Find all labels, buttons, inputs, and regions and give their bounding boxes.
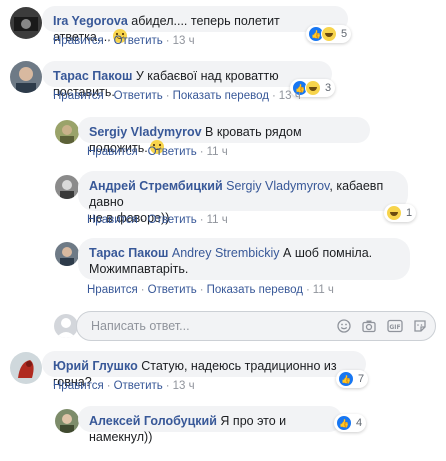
- show-translation-link[interactable]: Показать перевод: [207, 284, 303, 296]
- mention-link[interactable]: Andrey Strembickiy: [172, 246, 280, 260]
- comment-actions: Нравится · Ответить · 13 ч: [53, 380, 195, 392]
- like-reaction-icon: 👍: [336, 415, 352, 431]
- like-link[interactable]: Нравится: [53, 35, 104, 47]
- current-user-avatar: [54, 314, 78, 338]
- comment-author[interactable]: Андрей Стрембицкий: [89, 179, 223, 193]
- smiley-icon[interactable]: [337, 319, 351, 333]
- reply-link[interactable]: Ответить: [148, 214, 197, 226]
- gif-icon[interactable]: GIF: [387, 319, 403, 333]
- reaction-count: 3: [325, 82, 332, 94]
- comment-actions: Нравится · Ответить · 13 ч: [53, 35, 195, 47]
- show-translation-link[interactable]: Показать перевод: [173, 90, 269, 102]
- avatar[interactable]: [10, 352, 42, 384]
- reply-input-box[interactable]: GIF: [76, 311, 436, 341]
- like-reaction-icon: 👍: [338, 371, 354, 387]
- timestamp[interactable]: 11 ч: [207, 214, 228, 226]
- comment-author[interactable]: Тарас Пакош: [89, 246, 168, 260]
- reply-link[interactable]: Ответить: [114, 90, 163, 102]
- comment-author[interactable]: Sergiy Vladymyrov: [89, 125, 202, 139]
- timestamp[interactable]: 13 ч: [173, 35, 195, 47]
- sticker-icon[interactable]: [413, 319, 427, 333]
- comment-author[interactable]: Алексей Голобуцкий: [89, 414, 217, 428]
- comment-author[interactable]: Тарас Пакош: [53, 69, 132, 83]
- reaction-summary[interactable]: 👍 5: [306, 25, 352, 43]
- timestamp[interactable]: 11 ч: [207, 146, 228, 158]
- timestamp[interactable]: 13 ч: [173, 380, 195, 392]
- comment-actions: Нравится · Ответить · Показать перевод · 13 ч: [53, 90, 301, 102]
- comment-actions: Нравится · Ответить · Показать перевод · 11 ч: [87, 284, 334, 296]
- svg-text:GIF: GIF: [389, 324, 400, 331]
- like-link[interactable]: Нравится: [53, 90, 104, 102]
- comment-actions: Нравится · Ответить · 11 ч: [87, 146, 228, 158]
- reaction-summary[interactable]: 1: [384, 204, 417, 222]
- reaction-summary[interactable]: 👍 4: [334, 414, 367, 432]
- reaction-count: 7: [358, 373, 365, 385]
- like-link[interactable]: Нравится: [87, 214, 138, 226]
- reply-link[interactable]: Ответить: [148, 146, 197, 158]
- avatar[interactable]: [55, 175, 79, 199]
- avatar[interactable]: [55, 242, 79, 266]
- reply-link[interactable]: Ответить: [114, 35, 163, 47]
- comment-text: А шоб помніла.: [279, 246, 373, 260]
- comment-actions: Нравится · Ответить · 11 ч: [87, 214, 228, 226]
- camera-icon[interactable]: [362, 319, 376, 333]
- haha-reaction-icon: [386, 205, 402, 221]
- mention-link[interactable]: Sergiy Vladymyrov: [226, 179, 329, 193]
- avatar[interactable]: [55, 409, 79, 433]
- reply-link[interactable]: Ответить: [148, 284, 197, 296]
- like-link[interactable]: Нравится: [87, 284, 138, 296]
- reply-input[interactable]: [89, 318, 323, 334]
- like-link[interactable]: Нравится: [53, 380, 104, 392]
- comment-text-line2: Можимпавтаріть.: [89, 262, 189, 276]
- like-link[interactable]: Нравится: [87, 146, 138, 158]
- timestamp[interactable]: 11 ч: [313, 284, 334, 296]
- reply-link[interactable]: Ответить: [114, 380, 163, 392]
- comment-bubble: Юрий Глушко Статую, надеюсь традиционно …: [42, 351, 366, 389]
- haha-reaction-icon: [305, 80, 321, 96]
- comment-author[interactable]: Юрий Глушко: [53, 359, 138, 373]
- comment-bubble: Ira Yegorova абидел.... теперь полетит а…: [42, 6, 348, 44]
- avatar[interactable]: [55, 120, 79, 144]
- comment-bubble: Андрей Стрембицкий Sergiy Vladymyrov, ка…: [78, 171, 408, 225]
- avatar[interactable]: [10, 7, 42, 39]
- reaction-count: 5: [341, 28, 348, 40]
- reaction-count: 1: [406, 207, 413, 219]
- reaction-count: 4: [356, 417, 363, 429]
- comment-bubble: Алексей Голобуцкий Я про это и намекнул)…: [78, 406, 342, 444]
- comment-bubble: Тарас Пакош Andrey Strembickiy А шоб пом…: [78, 238, 410, 280]
- haha-reaction-icon: [321, 26, 337, 42]
- comment-bubble: Sergiy Vladymyrov В кровать рядом положи…: [78, 117, 370, 155]
- avatar[interactable]: [10, 61, 42, 93]
- comment-author[interactable]: Ira Yegorova: [53, 14, 128, 28]
- reaction-summary[interactable]: 👍 7: [336, 370, 369, 388]
- comment-bubble: Тарас Пакош У кабаєвої над кроваттю пост…: [42, 61, 332, 99]
- timestamp[interactable]: 13 ч: [279, 90, 301, 102]
